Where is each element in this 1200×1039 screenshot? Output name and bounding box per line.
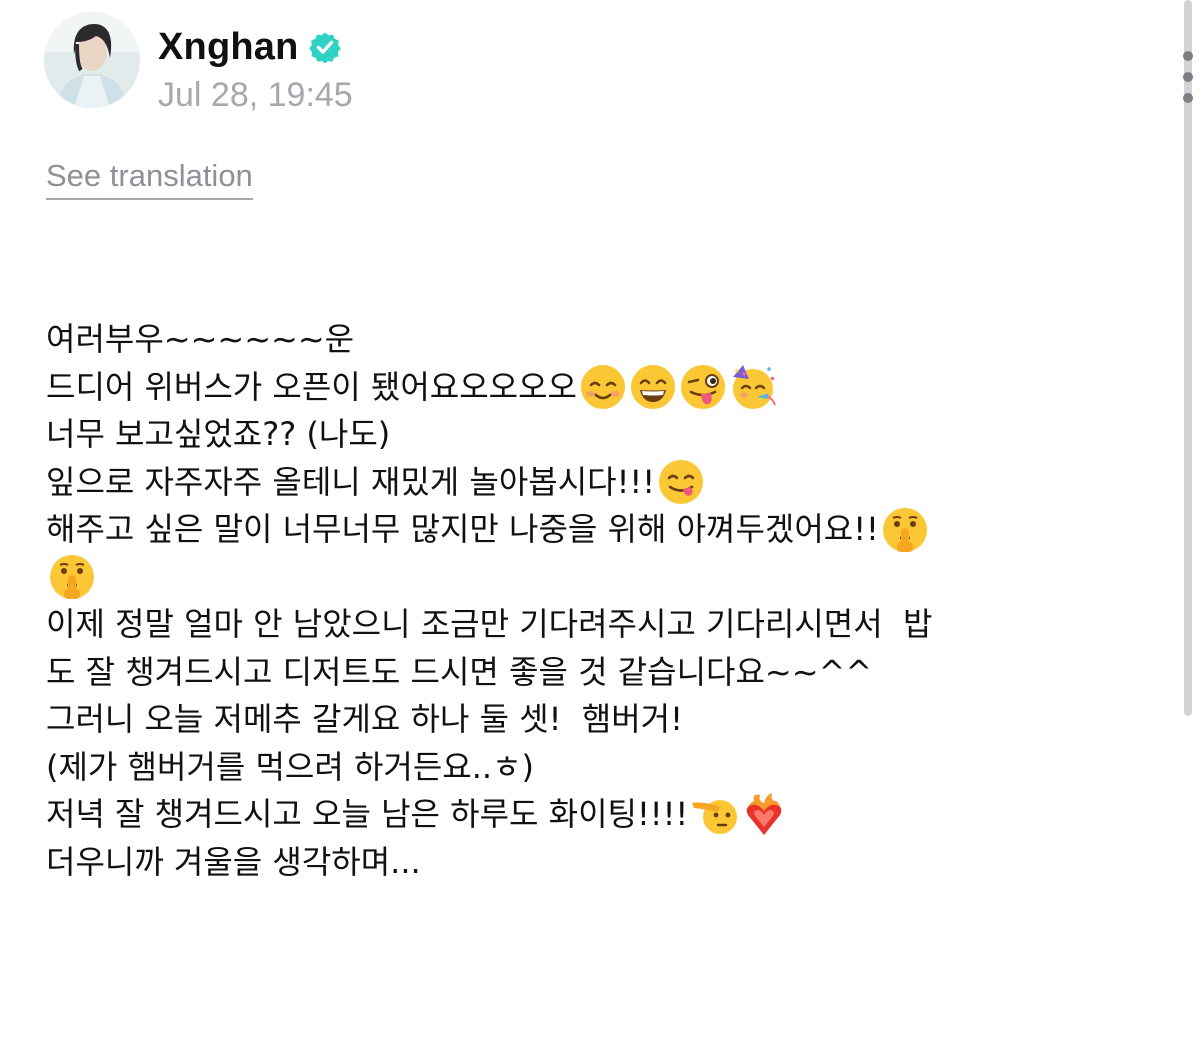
post-line-text: 저녁 잘 챙겨드시고 오늘 남은 하루도 화이팅!!!! [46, 795, 689, 833]
post-timestamp: Jul 28, 19:45 [158, 76, 353, 114]
post-line-text: 그러니 오늘 저메추 갈게요 하나 둘 셋! 햄버거! [46, 700, 683, 738]
post-line: 드디어 위버스가 오픈이 됐어요오오오오 [46, 364, 1136, 412]
heart-on-fire-icon [740, 791, 788, 839]
author-name[interactable]: Xnghan [158, 26, 299, 69]
partying-face-icon [729, 363, 777, 411]
post-line: 해주고 싶은 말이 너무너무 많지만 나중을 위해 아껴두겠어요!! [46, 506, 1136, 554]
post-body: 여러부우~~~~~~운 드디어 위버스가 오픈이 됐어요오오오오 너무 보고싶었… [46, 316, 1136, 886]
post-line: 여러부우~~~~~~운 [46, 316, 1136, 364]
post-line [46, 554, 1136, 602]
post-line: 이제 정말 얼마 안 남았으니 조금만 기다려주시고 기다리시면서 밥 [46, 601, 1136, 649]
shushing-face-icon [881, 506, 929, 554]
saluting-face-icon [690, 791, 738, 839]
post-line-text: 잎으로 자주자주 올테니 재밌게 놀아봅시다!!! [46, 462, 656, 501]
post-line-text: 드디어 위버스가 오픈이 됐어요오오오오 [46, 367, 577, 406]
post-line-text: 더우니까 겨울을 생각하며... [46, 842, 421, 881]
smiling-face-icon [579, 363, 627, 411]
avatar[interactable] [44, 12, 140, 108]
post-line: 저녁 잘 챙겨드시고 오늘 남은 하루도 화이팅!!!! [46, 791, 1136, 839]
see-translation-link[interactable]: See translation [46, 158, 253, 200]
profile-photo-icon [44, 12, 140, 108]
yummy-face-icon [657, 458, 705, 506]
post-line: 그러니 오늘 저메추 갈게요 하나 둘 셋! 햄버거! [46, 696, 1136, 744]
post-line: 잎으로 자주자주 올테니 재밌게 놀아봅시다!!! [46, 459, 1136, 507]
winking-tongue-face-icon [679, 363, 727, 411]
author-row: Xnghan [158, 24, 341, 70]
post-line: 도 잘 챙겨드시고 디저트도 드시면 좋을 것 같습니다요~~^^ [46, 649, 1136, 697]
post-line-text: 너무 보고싶었죠?? (나도) [46, 415, 391, 453]
verified-badge-icon [308, 31, 341, 64]
post-line-text: 이제 정말 얼마 안 남았으니 조금만 기다려주시고 기다리시면서 밥 [46, 605, 933, 643]
vertical-ellipsis-icon[interactable] [1176, 50, 1200, 108]
post-header: Xnghan Jul 28, 19:45 [44, 12, 1193, 114]
post-line-text: (제가 햄버거를 먹으려 하거든요..ㅎ) [46, 747, 534, 786]
post-line: 너무 보고싶었죠?? (나도) [46, 411, 1136, 459]
post-line-text: 해주고 싶은 말이 너무너무 많지만 나중을 위해 아껴두겠어요!! [46, 510, 879, 548]
post-line: (제가 햄버거를 먹으려 하거든요..ㅎ) [46, 744, 1136, 792]
post-line: 더우니까 겨울을 생각하며... [46, 839, 1136, 887]
post-line-text: 여러부우~~~~~~운 [46, 320, 355, 358]
grinning-face-icon [629, 363, 677, 411]
shushing-face-icon [48, 553, 96, 601]
post-line-text: 도 잘 챙겨드시고 디저트도 드시면 좋을 것 같습니다요~~^^ [46, 652, 873, 691]
